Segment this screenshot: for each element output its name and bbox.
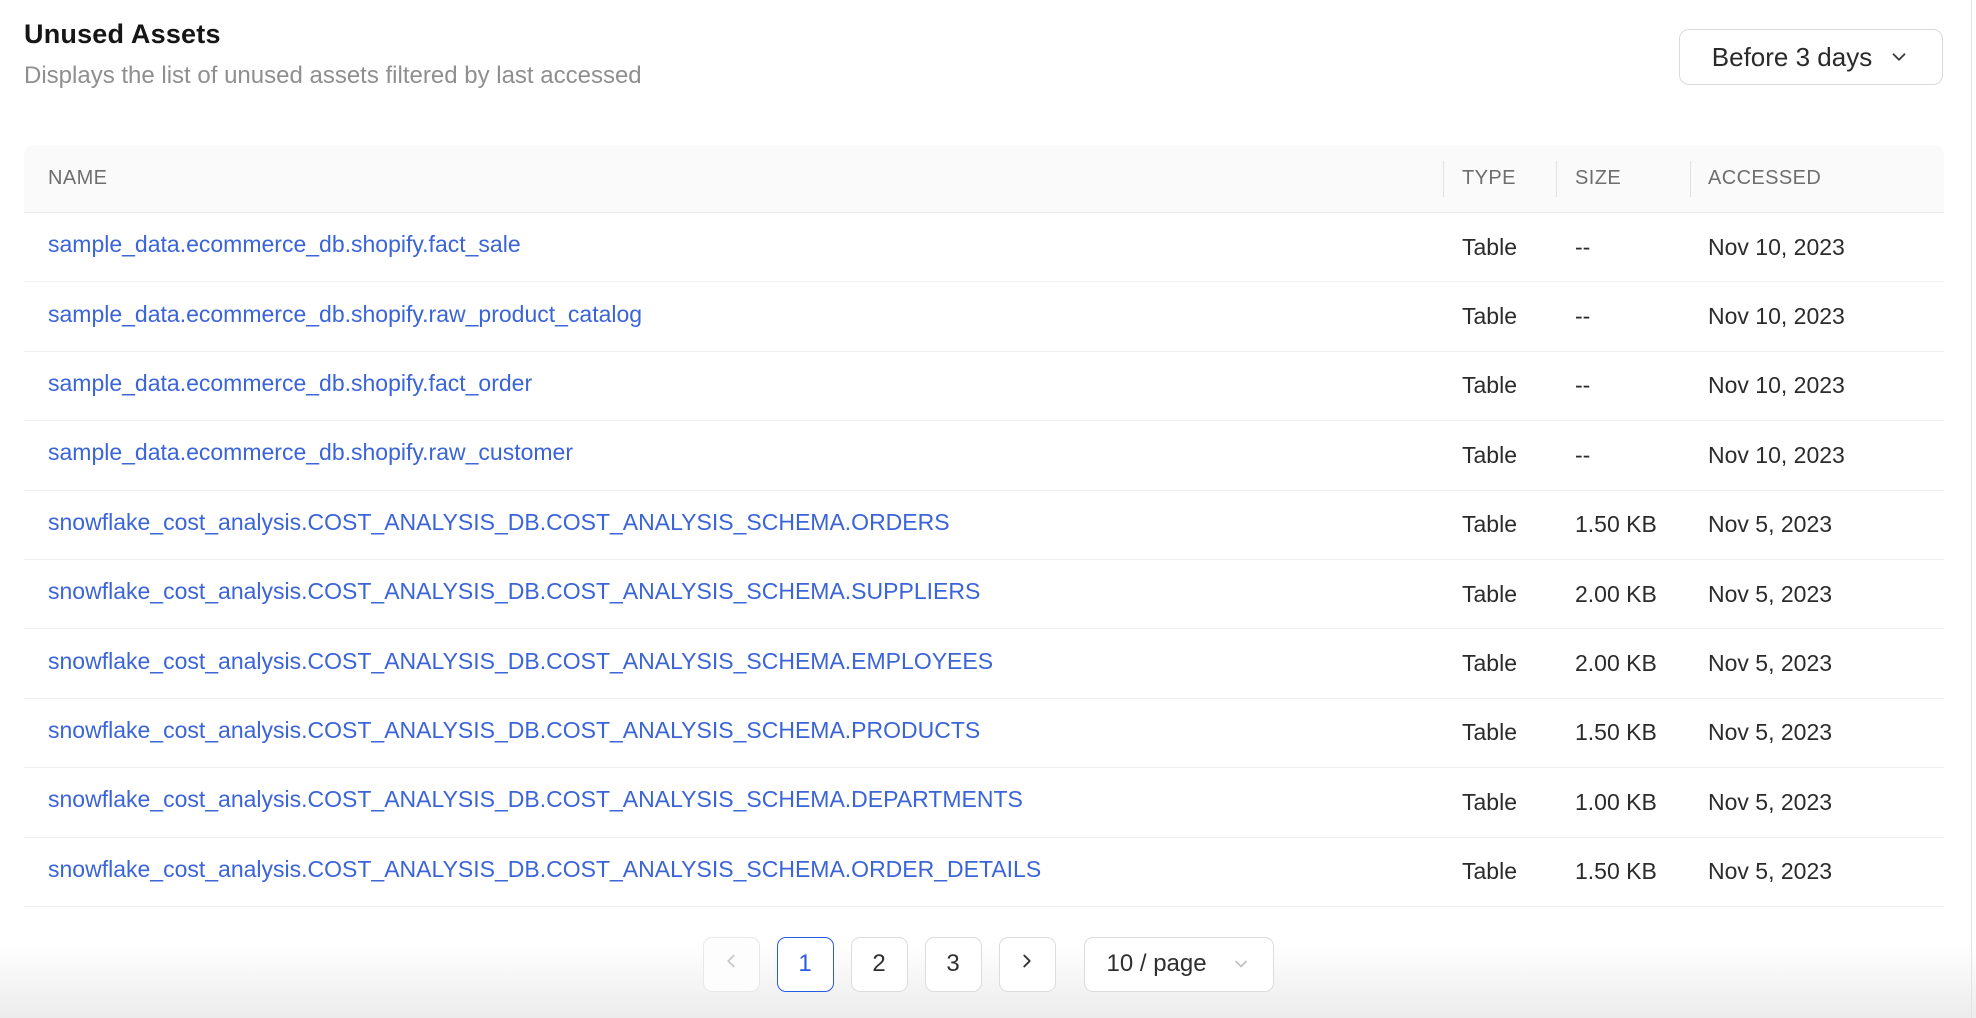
asset-size: -- bbox=[1575, 303, 1591, 330]
asset-accessed: Nov 10, 2023 bbox=[1708, 233, 1845, 260]
asset-accessed: Nov 5, 2023 bbox=[1708, 719, 1833, 746]
filter-selected-value: Before 3 days bbox=[1711, 41, 1873, 72]
asset-type: Table bbox=[1462, 233, 1517, 260]
asset-link[interactable]: snowflake_cost_analysis.COST_ANALYSIS_DB… bbox=[48, 786, 1023, 813]
chevron-left-icon bbox=[720, 950, 742, 979]
pagination-prev-button[interactable] bbox=[702, 936, 760, 992]
asset-size: 2.00 KB bbox=[1575, 580, 1657, 607]
asset-type: Table bbox=[1462, 372, 1517, 399]
asset-size: 1.00 KB bbox=[1575, 788, 1657, 815]
asset-link[interactable]: snowflake_cost_analysis.COST_ANALYSIS_DB… bbox=[48, 856, 1041, 883]
asset-type: Table bbox=[1462, 719, 1517, 746]
chevron-down-icon bbox=[1888, 46, 1910, 68]
asset-size: -- bbox=[1575, 233, 1591, 260]
asset-accessed: Nov 5, 2023 bbox=[1708, 511, 1833, 538]
asset-type: Table bbox=[1462, 511, 1517, 538]
asset-link[interactable]: snowflake_cost_analysis.COST_ANALYSIS_DB… bbox=[48, 578, 980, 605]
table-row: sample_data.ecommerce_db.shopify.raw_pro… bbox=[24, 282, 1944, 352]
column-header-name: NAME bbox=[48, 167, 108, 189]
asset-type: Table bbox=[1462, 650, 1517, 677]
asset-size: 1.50 KB bbox=[1575, 511, 1657, 538]
asset-link[interactable]: sample_data.ecommerce_db.shopify.fact_or… bbox=[48, 370, 532, 397]
pagination-page-2[interactable]: 2 bbox=[850, 936, 908, 992]
asset-link[interactable]: sample_data.ecommerce_db.shopify.raw_cus… bbox=[48, 439, 573, 466]
asset-type: Table bbox=[1462, 788, 1517, 815]
chevron-right-icon bbox=[1016, 950, 1038, 979]
last-accessed-filter-select[interactable]: Before 3 days bbox=[1679, 29, 1943, 85]
asset-type: Table bbox=[1462, 303, 1517, 330]
table-row: snowflake_cost_analysis.COST_ANALYSIS_DB… bbox=[24, 629, 1944, 699]
table-row: snowflake_cost_analysis.COST_ANALYSIS_DB… bbox=[24, 490, 1944, 560]
right-edge-divider bbox=[1971, 0, 1972, 1018]
table-row: snowflake_cost_analysis.COST_ANALYSIS_DB… bbox=[24, 559, 1944, 630]
column-header-accessed: ACCESSED bbox=[1690, 167, 1944, 190]
asset-accessed: Nov 10, 2023 bbox=[1708, 372, 1845, 399]
asset-accessed: Nov 5, 2023 bbox=[1708, 580, 1833, 607]
pagination-page-1[interactable]: 1 bbox=[776, 936, 834, 992]
asset-accessed: Nov 5, 2023 bbox=[1708, 650, 1833, 677]
pagination-page-3[interactable]: 3 bbox=[924, 936, 982, 992]
asset-size: -- bbox=[1575, 372, 1591, 399]
column-header-size: SIZE bbox=[1556, 167, 1690, 190]
asset-accessed: Nov 10, 2023 bbox=[1708, 303, 1845, 330]
pagination-next-button[interactable] bbox=[998, 936, 1056, 992]
page-title: Unused Assets bbox=[24, 19, 221, 49]
asset-type: Table bbox=[1462, 858, 1517, 885]
table-header-row: NAME TYPE SIZE ACCESSED bbox=[24, 145, 1944, 213]
table-row: sample_data.ecommerce_db.shopify.raw_cus… bbox=[24, 421, 1944, 491]
asset-size: 1.50 KB bbox=[1575, 858, 1657, 885]
asset-link[interactable]: snowflake_cost_analysis.COST_ANALYSIS_DB… bbox=[48, 509, 950, 536]
chevron-down-icon bbox=[1231, 954, 1251, 974]
asset-size: 1.50 KB bbox=[1575, 719, 1657, 746]
page-subtitle: Displays the list of unused assets filte… bbox=[24, 62, 642, 89]
asset-size: -- bbox=[1575, 441, 1591, 468]
asset-link[interactable]: sample_data.ecommerce_db.shopify.raw_pro… bbox=[48, 301, 642, 328]
asset-accessed: Nov 5, 2023 bbox=[1708, 858, 1833, 885]
asset-size: 2.00 KB bbox=[1575, 650, 1657, 677]
asset-accessed: Nov 5, 2023 bbox=[1708, 788, 1833, 815]
table-row: sample_data.ecommerce_db.shopify.fact_sa… bbox=[24, 213, 1944, 283]
table-row: snowflake_cost_analysis.COST_ANALYSIS_DB… bbox=[24, 768, 1944, 838]
asset-link[interactable]: snowflake_cost_analysis.COST_ANALYSIS_DB… bbox=[48, 648, 993, 675]
page-header: Unused Assets Displays the list of unuse… bbox=[0, 0, 1976, 92]
asset-type: Table bbox=[1462, 580, 1517, 607]
column-header-type: TYPE bbox=[1443, 167, 1556, 190]
asset-type: Table bbox=[1462, 441, 1517, 468]
unused-assets-page: Unused Assets Displays the list of unuse… bbox=[0, 0, 1976, 1018]
table-row: sample_data.ecommerce_db.shopify.fact_or… bbox=[24, 351, 1944, 422]
unused-assets-table: NAME TYPE SIZE ACCESSED sample_data.ecom… bbox=[24, 145, 1944, 907]
asset-accessed: Nov 10, 2023 bbox=[1708, 441, 1845, 468]
asset-link[interactable]: snowflake_cost_analysis.COST_ANALYSIS_DB… bbox=[48, 717, 980, 744]
table-row: snowflake_cost_analysis.COST_ANALYSIS_DB… bbox=[24, 698, 1944, 769]
page-size-select[interactable]: 10 / page bbox=[1083, 936, 1274, 992]
page-size-label: 10 / page bbox=[1106, 950, 1207, 978]
pagination: 1 2 3 10 / page bbox=[0, 936, 1976, 992]
table-row: snowflake_cost_analysis.COST_ANALYSIS_DB… bbox=[24, 837, 1944, 907]
asset-link[interactable]: sample_data.ecommerce_db.shopify.fact_sa… bbox=[48, 231, 521, 258]
